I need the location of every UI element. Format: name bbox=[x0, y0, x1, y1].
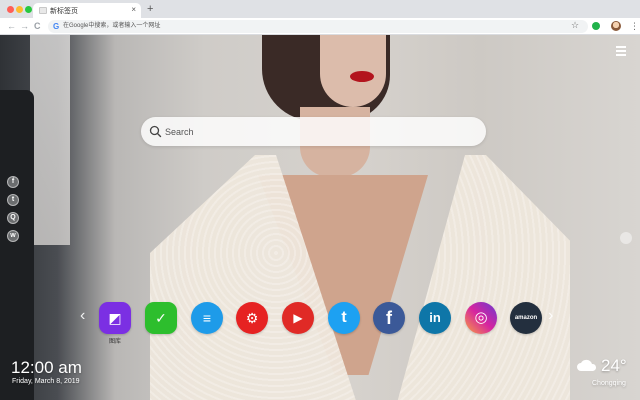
instagram-glyph: ◎ bbox=[474, 309, 488, 326]
wechat-icon[interactable]: w bbox=[7, 230, 19, 242]
extension-icon[interactable] bbox=[592, 22, 600, 30]
background-photo-face bbox=[320, 35, 386, 107]
close-window-button[interactable] bbox=[7, 6, 14, 13]
facebook-glyph: f bbox=[386, 308, 392, 328]
dock-next-arrow[interactable]: › bbox=[548, 308, 553, 324]
search-input[interactable] bbox=[165, 124, 465, 139]
clock-time: 12:00 am bbox=[11, 358, 82, 377]
close-tab-icon[interactable]: × bbox=[131, 5, 136, 15]
twitter-glyph: t bbox=[341, 309, 347, 326]
notes-app-icon[interactable]: ≡ bbox=[191, 302, 223, 334]
amazon-glyph: amazon bbox=[514, 315, 538, 321]
weather-city: Chongqing bbox=[592, 380, 626, 387]
notes-glyph: ≡ bbox=[202, 310, 212, 326]
reload-button[interactable]: C bbox=[34, 21, 41, 32]
address-bar[interactable]: G 在Google中搜索，或者输入一个网址 bbox=[48, 20, 588, 33]
bookmark-star-icon[interactable]: ☆ bbox=[571, 20, 579, 30]
settings-menu-icon[interactable] bbox=[616, 46, 626, 56]
page-icon bbox=[39, 7, 47, 14]
side-panel-toggle[interactable] bbox=[620, 232, 632, 244]
google-icon: G bbox=[53, 22, 60, 31]
twitter-app-icon[interactable]: t bbox=[328, 302, 360, 334]
facebook-icon[interactable]: f bbox=[7, 176, 19, 188]
forward-button[interactable]: → bbox=[20, 21, 29, 32]
gallery-app-label: 图库 bbox=[108, 339, 121, 345]
twitter-icon[interactable]: t bbox=[7, 194, 19, 206]
clock-date: Friday, March 8, 2019 bbox=[12, 378, 80, 385]
search-icon bbox=[149, 125, 162, 138]
browser-menu-icon[interactable]: ⋮ bbox=[630, 21, 639, 31]
gallery-app-icon[interactable]: ◩ bbox=[99, 302, 131, 334]
background-photo-lips bbox=[350, 71, 374, 82]
tasks-glyph: ✓ bbox=[155, 310, 167, 326]
weather-temperature: 24° bbox=[601, 356, 627, 375]
new-tab-page bbox=[0, 35, 640, 400]
dock-prev-arrow[interactable]: ‹ bbox=[80, 308, 85, 324]
profile-avatar[interactable] bbox=[611, 21, 621, 31]
tasks-app-icon[interactable]: ✓ bbox=[145, 302, 177, 334]
tab-title: 新标签页 bbox=[50, 8, 78, 15]
games-app-icon[interactable]: ⚙ bbox=[236, 302, 268, 334]
amazon-app-icon[interactable]: amazon bbox=[510, 302, 542, 334]
tab-new-tab[interactable]: 新标签页 × bbox=[33, 3, 141, 18]
youtube-glyph: ▶ bbox=[293, 311, 303, 325]
facebook-app-icon[interactable]: f bbox=[373, 302, 405, 334]
background-photo-window bbox=[30, 35, 70, 245]
gallery-glyph: ◩ bbox=[108, 310, 122, 326]
qq-icon[interactable]: Q bbox=[7, 212, 19, 224]
cloud-icon bbox=[577, 359, 597, 371]
search-bar[interactable] bbox=[141, 117, 486, 146]
address-placeholder: 在Google中搜索，或者输入一个网址 bbox=[63, 23, 161, 29]
youtube-app-icon[interactable]: ▶ bbox=[282, 302, 314, 334]
minimize-window-button[interactable] bbox=[16, 6, 23, 13]
linkedin-app-icon[interactable]: in bbox=[419, 302, 451, 334]
instagram-app-icon[interactable]: ◎ bbox=[465, 302, 497, 334]
maximize-window-button[interactable] bbox=[25, 6, 32, 13]
background-photo-shadow bbox=[0, 90, 34, 400]
linkedin-glyph: in bbox=[429, 310, 441, 325]
games-glyph: ⚙ bbox=[245, 310, 259, 326]
back-button[interactable]: ← bbox=[7, 21, 16, 32]
tab-strip: 新标签页 × + bbox=[0, 0, 640, 18]
browser-toolbar: ← → C G 在Google中搜索，或者输入一个网址 ☆ ⋮ bbox=[0, 18, 640, 35]
new-tab-button[interactable]: + bbox=[147, 3, 153, 15]
